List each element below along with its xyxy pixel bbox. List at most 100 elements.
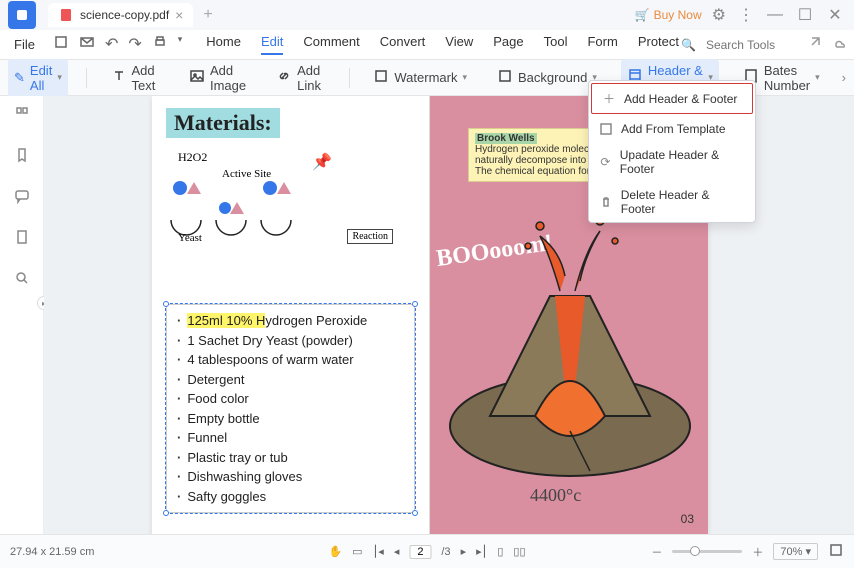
diagram: H2O2 Active Site Yeast Reaction xyxy=(166,150,415,250)
titlebar: science-copy.pdf × + 🛒 Buy Now ⚙ ⋮ — ☐ ✕ xyxy=(0,0,854,30)
search-sidebar-icon[interactable] xyxy=(14,270,30,291)
chevron-down-icon: ▾ xyxy=(57,72,62,83)
next-page-icon[interactable]: ▸ xyxy=(461,545,467,558)
zoom-slider[interactable] xyxy=(672,550,742,553)
comment-icon[interactable] xyxy=(14,188,30,209)
h2o2-label: H2O2 xyxy=(178,150,207,165)
background-icon xyxy=(497,68,513,87)
tab-convert[interactable]: Convert xyxy=(380,34,426,55)
single-page-icon[interactable]: ▯ xyxy=(497,545,503,558)
list-item: 125ml 10% Hydrogen Peroxide xyxy=(177,311,404,331)
cart-icon: 🛒 xyxy=(635,8,650,22)
print-chevron[interactable]: ▾ xyxy=(178,34,183,55)
add-image-button[interactable]: Add Image xyxy=(183,59,252,97)
last-page-icon[interactable]: ▸⎮ xyxy=(476,545,487,558)
tab-view[interactable]: View xyxy=(445,34,473,55)
tab-edit[interactable]: Edit xyxy=(261,34,283,55)
list-item: Safty goggles xyxy=(177,487,404,507)
prev-page-icon[interactable]: ◂ xyxy=(394,545,400,558)
mail-icon[interactable] xyxy=(79,34,95,55)
chevron-down-icon: ▾ xyxy=(815,72,820,83)
watermark-button[interactable]: Watermark ▾ xyxy=(367,64,473,91)
volcano-illustration xyxy=(440,206,700,486)
main-tabs: Home Edit Comment Convert View Page Tool… xyxy=(206,34,679,55)
watermark-icon xyxy=(373,68,389,87)
menubar: File ↶ ↷ ▾ Home Edit Comment Convert Vie… xyxy=(0,30,854,60)
toolbar-scroll-right[interactable]: › xyxy=(842,70,846,85)
template-icon xyxy=(599,123,613,135)
bookmark-icon[interactable] xyxy=(14,147,30,168)
page-number-input[interactable] xyxy=(409,545,431,559)
zoom-out-icon[interactable]: － xyxy=(651,544,662,560)
add-text-button[interactable]: Add Text xyxy=(105,59,165,97)
new-tab-button[interactable]: + xyxy=(203,6,212,24)
user-icon[interactable]: ⚙ xyxy=(712,5,726,25)
materials-list-box[interactable]: 125ml 10% Hydrogen Peroxide 1 Sachet Dry… xyxy=(166,304,415,513)
close-window-button[interactable]: ✕ xyxy=(826,5,844,25)
page-dimensions: 27.94 x 21.59 cm xyxy=(10,546,94,558)
first-page-icon[interactable]: ⎮◂ xyxy=(373,545,384,558)
text-icon xyxy=(111,68,127,87)
share-icon[interactable] xyxy=(806,35,822,54)
minimize-button[interactable]: — xyxy=(766,6,784,24)
edit-all-button[interactable]: ✎ Edit All ▾ xyxy=(8,59,68,97)
redo-icon[interactable]: ↷ xyxy=(128,34,141,55)
refresh-icon: ⟳ xyxy=(599,155,612,169)
temperature-label: 4400°c xyxy=(530,485,581,506)
list-item: Dishwashing gloves xyxy=(177,467,404,487)
tab-tool[interactable]: Tool xyxy=(544,34,568,55)
thumbnails-icon[interactable] xyxy=(14,106,30,127)
tab-protect[interactable]: Protect xyxy=(638,34,679,55)
two-page-icon[interactable]: ▯▯ xyxy=(513,545,525,558)
attachment-icon[interactable] xyxy=(14,229,30,250)
app-logo xyxy=(8,1,36,29)
dropdown-delete-header-footer[interactable]: Delete Header & Footer xyxy=(589,182,755,222)
buy-now-button[interactable]: 🛒 Buy Now xyxy=(635,8,702,22)
tab-home[interactable]: Home xyxy=(206,34,241,55)
more-icon[interactable]: ⋮ xyxy=(738,5,754,25)
save-icon[interactable] xyxy=(53,34,69,55)
separator xyxy=(349,68,350,88)
yeast-label: Yeast xyxy=(178,232,202,244)
file-menu[interactable]: File xyxy=(6,33,43,56)
page-total: /3 xyxy=(441,546,450,558)
maximize-button[interactable]: ☐ xyxy=(796,5,814,25)
link-icon xyxy=(276,68,292,87)
reaction-label: Reaction xyxy=(347,229,393,244)
zoom-value[interactable]: 70% ▾ xyxy=(773,543,818,560)
select-tool-icon[interactable]: ▭ xyxy=(352,545,362,558)
undo-icon[interactable]: ↶ xyxy=(105,34,118,55)
cloud-icon[interactable] xyxy=(832,35,848,54)
tab-page[interactable]: Page xyxy=(493,34,523,55)
add-link-button[interactable]: Add Link xyxy=(270,59,331,97)
list-item: Funnel xyxy=(177,428,404,448)
materials-heading: Materials: xyxy=(166,108,280,138)
tab-filename: science-copy.pdf xyxy=(80,8,169,22)
search-input[interactable] xyxy=(706,38,796,52)
tab-comment[interactable]: Comment xyxy=(303,34,359,55)
list-item: Empty bottle xyxy=(177,409,404,429)
separator xyxy=(86,68,87,88)
search-icon: 🔍 xyxy=(681,38,696,52)
page-left: Materials: 📌 H2O2 Active Site Yeast Reac… xyxy=(152,96,430,534)
zoom-in-icon[interactable]: ＋ xyxy=(752,544,763,560)
edit-icon: ✎ xyxy=(14,70,25,86)
print-icon[interactable] xyxy=(152,34,168,55)
close-tab-icon[interactable]: × xyxy=(175,7,183,23)
image-icon xyxy=(189,68,205,87)
dropdown-add-from-template[interactable]: Add From Template xyxy=(589,116,755,142)
document-tab[interactable]: science-copy.pdf × xyxy=(48,3,193,27)
page-number: 03 xyxy=(681,512,694,526)
pdf-icon xyxy=(58,7,74,23)
trash-icon xyxy=(599,196,613,208)
list-item: 4 tablespoons of warm water xyxy=(177,350,404,370)
sidebar: ▸ xyxy=(0,96,44,534)
hand-tool-icon[interactable]: ✋ xyxy=(328,545,342,558)
tab-form[interactable]: Form xyxy=(587,34,617,55)
background-button[interactable]: Background ▾ xyxy=(491,64,603,91)
chevron-down-icon: ▾ xyxy=(462,72,467,83)
dropdown-add-header-footer[interactable]: ＋ Add Header & Footer xyxy=(591,83,753,114)
fit-page-icon[interactable] xyxy=(828,542,844,561)
dropdown-update-header-footer[interactable]: ⟳ Upadate Header & Footer xyxy=(589,142,755,182)
header-footer-dropdown: ＋ Add Header & Footer Add From Template … xyxy=(588,80,756,223)
